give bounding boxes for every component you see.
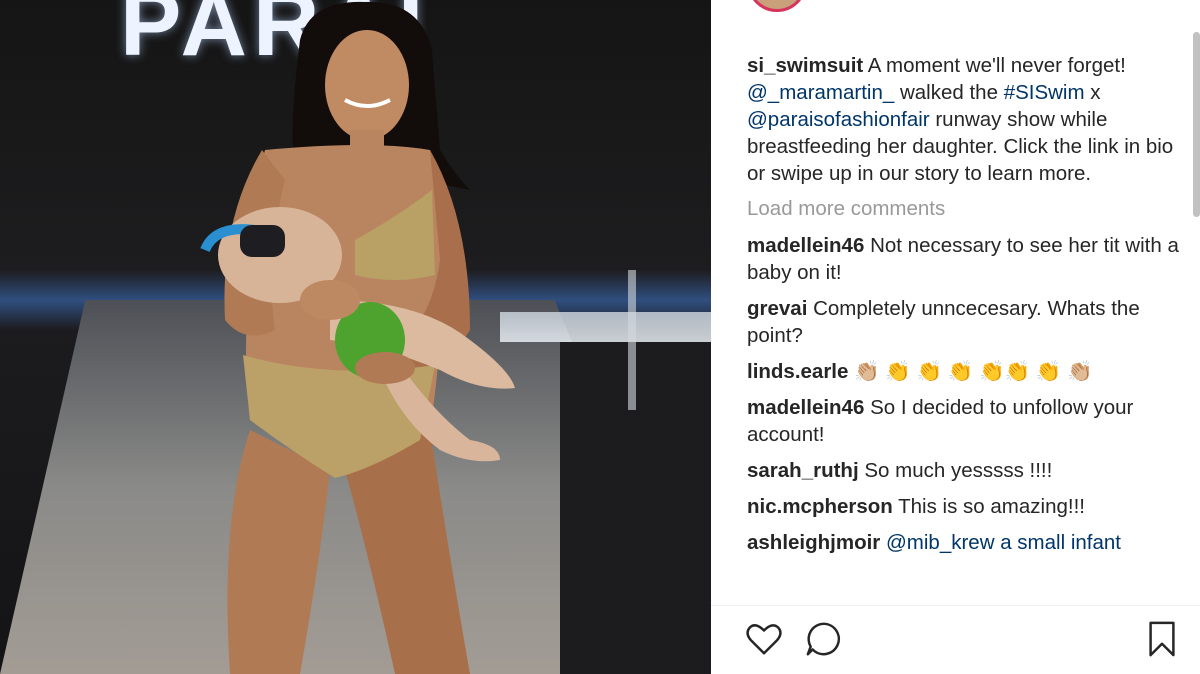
comment-username[interactable]: nic.mcpherson (747, 495, 893, 518)
comment-text: @mib_krew a small infant (880, 531, 1121, 554)
comment-text: So much yesssss !!!! (858, 459, 1053, 482)
comment-username[interactable]: grevai (747, 297, 807, 320)
comment-username[interactable]: madellein46 (747, 234, 864, 257)
caption-text-1: A moment we'll never forget! (863, 54, 1126, 77)
comment-item: madellein46 So I decided to unfollow you… (747, 394, 1187, 448)
comment-username[interactable]: madellein46 (747, 396, 864, 419)
comment-bubble-icon[interactable] (805, 620, 843, 658)
caption-hashtag-siswim[interactable]: #SISwim (1004, 81, 1085, 104)
bookmark-icon[interactable] (1143, 620, 1181, 658)
model-figure (200, 1, 515, 674)
post-caption: si_swimsuit A moment we'll never forget!… (747, 52, 1187, 187)
comments-list[interactable]: si_swimsuit A moment we'll never forget!… (747, 52, 1187, 605)
load-more-comments-link[interactable]: Load more comments (747, 195, 1187, 222)
comment-text: This is so amazing!!! (892, 495, 1085, 518)
caption-text-2: walked the (894, 81, 1004, 104)
author-avatar[interactable] (747, 0, 807, 12)
caption-text-3: x (1084, 81, 1101, 104)
comment-item: linds.earle 👏🏼 👏 👏 👏 👏👏 👏 👏🏼 (747, 358, 1187, 385)
comment-item: nic.mcpherson This is so amazing!!! (747, 493, 1187, 520)
actions-divider (711, 605, 1200, 606)
post-photo[interactable]: PARAI (0, 0, 711, 674)
comment-username[interactable]: sarah_ruthj (747, 459, 859, 482)
comment-emoji-text: 👏🏼 👏 👏 👏 👏👏 👏 👏🏼 (848, 360, 1093, 383)
caption-username[interactable]: si_swimsuit (747, 54, 863, 77)
comment-item: ashleighjmoir @mib_krew a small infant (747, 529, 1187, 556)
comment-item: grevai Completely unncecesary. Whats the… (747, 295, 1187, 349)
comment-item: sarah_ruthj So much yesssss !!!! (747, 457, 1187, 484)
caption-mention-paraisofashionfair[interactable]: @paraisofashionfair (747, 108, 930, 131)
post-side-panel: si_swimsuit A moment we'll never forget!… (711, 0, 1200, 674)
comment-username[interactable]: linds.earle (747, 360, 848, 383)
comment-username[interactable]: ashleighjmoir (747, 531, 880, 554)
comment-item: madellein46 Not necessary to see her tit… (747, 232, 1187, 286)
heart-icon[interactable] (745, 620, 783, 658)
caption-mention-maramartin[interactable]: @_maramartin_ (747, 81, 894, 104)
comments-scrollbar[interactable] (1193, 32, 1200, 217)
